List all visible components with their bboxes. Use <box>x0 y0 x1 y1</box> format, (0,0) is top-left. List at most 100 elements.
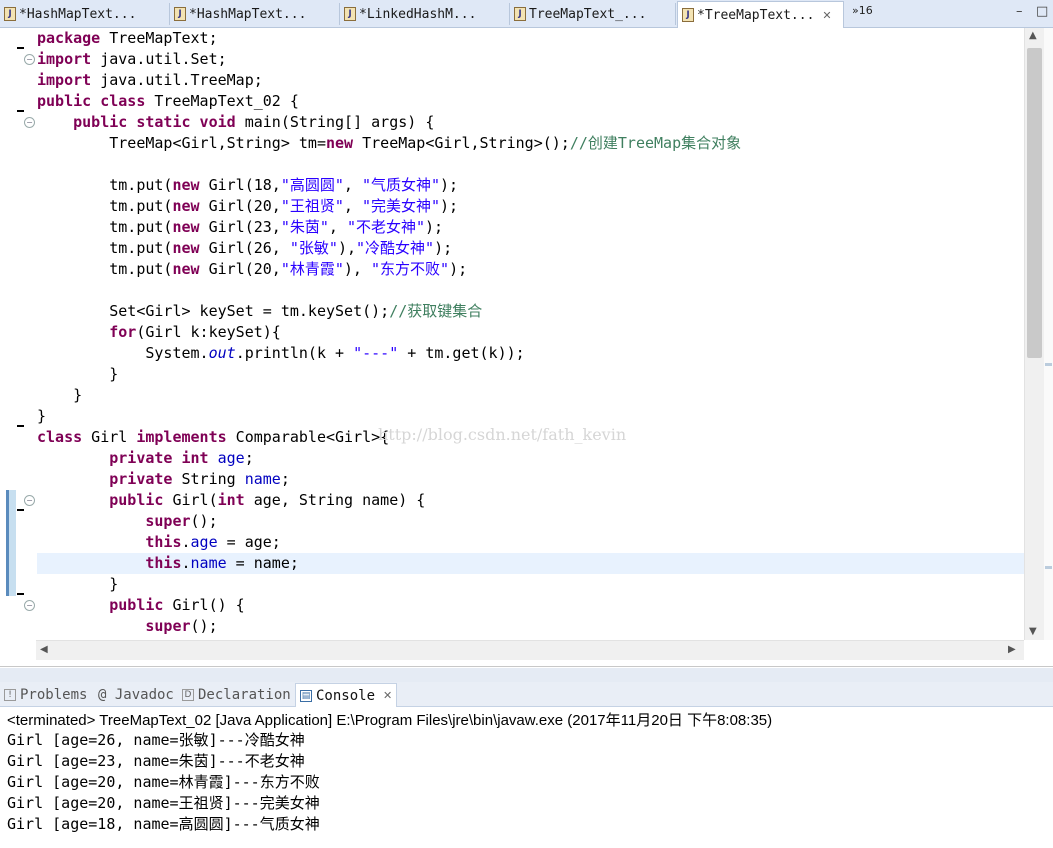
console-line: Girl [age=26, name=张敏]---冷酷女神 <box>7 731 305 749</box>
vertical-scrollbar[interactable]: ▲ ▼ <box>1024 28 1044 640</box>
code-line[interactable]: public Girl(int age, String name) { <box>37 490 1024 511</box>
code-token: ; <box>244 449 254 467</box>
code-line[interactable]: this.age = age; <box>37 532 1024 553</box>
code-line[interactable]: public static void main(String[] args) { <box>37 112 1024 133</box>
fold-toggle-icon[interactable]: − <box>24 117 35 128</box>
scroll-down-icon[interactable]: ▼ <box>1029 626 1037 637</box>
code-token: ; <box>280 470 290 488</box>
code-line[interactable]: super(); <box>37 616 1024 637</box>
declaration-icon: D <box>182 688 194 701</box>
code-token: //创建TreeMap集合对象 <box>569 134 742 152</box>
tab-console[interactable]: ▤ Console ✕ <box>295 683 398 707</box>
code-token: name <box>190 554 227 572</box>
panel-sash[interactable] <box>0 668 1053 682</box>
code-line[interactable]: } <box>37 364 1024 385</box>
console-line: Girl [age=18, name=高圆圆]---气质女神 <box>7 815 320 833</box>
code-token: "冷酷女神" <box>356 239 435 257</box>
editor-tab-4[interactable]: J TreeMapText_... <box>510 3 676 25</box>
code-token: public <box>109 491 164 509</box>
code-line[interactable]: tm.put(new Girl(26, "张敏"),"冷酷女神"); <box>37 238 1024 259</box>
code-line[interactable] <box>37 154 1024 175</box>
code-line[interactable]: private String name; <box>37 469 1024 490</box>
fold-toggle-icon[interactable]: − <box>24 600 35 611</box>
code-line[interactable]: private int age; <box>37 448 1024 469</box>
code-line[interactable]: public Girl() { <box>37 595 1024 616</box>
panel-tab-bar: ! Problems @ Javadoc D Declaration ▤ Consol… <box>0 682 1053 707</box>
code-line[interactable]: tm.put(new Girl(20,"林青霞"), "东方不败"); <box>37 259 1024 280</box>
code-token: ); <box>440 176 459 194</box>
code-token: age, String name) { <box>244 491 426 509</box>
overview-marker[interactable] <box>1045 566 1052 569</box>
overview-ruler[interactable] <box>1044 28 1053 640</box>
scroll-right-icon[interactable]: ▶ <box>1008 644 1016 655</box>
code-token: for <box>109 323 137 341</box>
watermark: http://blog.csdn.net/fath_kevin <box>378 425 627 444</box>
code-token: Girl() { <box>163 596 245 614</box>
code-line[interactable]: Set<Girl> keySet = tm.keySet();//获取键集合 <box>37 301 1024 322</box>
minimize-icon[interactable]: – <box>1016 4 1023 19</box>
code-line[interactable] <box>37 280 1024 301</box>
code-token: new <box>172 197 200 215</box>
code-line[interactable]: } <box>37 385 1024 406</box>
code-token: super <box>145 512 191 530</box>
code-line[interactable]: import java.util.Set; <box>37 49 1024 70</box>
fold-toggle-icon[interactable]: − <box>24 54 35 65</box>
code-line[interactable]: package TreeMapText; <box>37 28 1024 49</box>
code-token: "完美女神" <box>361 197 441 215</box>
code-token: "张敏" <box>289 239 338 257</box>
editor-tab-1[interactable]: J *HashMapText... <box>0 3 170 25</box>
close-icon[interactable]: ✕ <box>822 9 831 22</box>
code-token: .println(k + <box>235 344 354 362</box>
code-token: name <box>244 470 281 488</box>
maximize-icon[interactable]: □ <box>1036 4 1048 19</box>
code-editor[interactable]: − − − − package TreeMapText; import java.uti… <box>0 28 1053 667</box>
code-token: Comparable<Girl>{ <box>226 428 390 446</box>
tab-overflow-button[interactable]: »16 <box>852 4 873 17</box>
code-line[interactable]: System.out.println(k + "---" + tm.get(k)… <box>37 343 1024 364</box>
fold-toggle-icon[interactable]: − <box>24 495 35 506</box>
editor-tab-3[interactable]: J *LinkedHashM... <box>340 3 510 25</box>
code-line[interactable]: import java.util.TreeMap; <box>37 70 1024 91</box>
tab-javadoc[interactable]: @ Javadoc <box>98 684 174 705</box>
editor-tab-2[interactable]: J *HashMapText... <box>170 3 340 25</box>
editor-tab-label: *TreeMapText... <box>697 7 815 23</box>
code-line[interactable]: public class TreeMapText_02 { <box>37 91 1024 112</box>
code-line[interactable]: tm.put(new Girl(23,"朱茵", "不老女神"); <box>37 217 1024 238</box>
code-token: TreeMapText; <box>100 29 218 47</box>
console-status: <terminated> TreeMapText_02 [Java Applic… <box>7 712 773 729</box>
code-token: tm.put( <box>37 239 173 257</box>
scrollbar-thumb[interactable] <box>1027 48 1042 358</box>
tab-declaration[interactable]: D Declaration <box>182 684 291 705</box>
console-view[interactable]: <terminated> TreeMapText_02 [Java Applic… <box>0 707 1053 848</box>
code-token: Set<Girl> keySet = tm.keySet(); <box>37 302 390 320</box>
code-line[interactable]: TreeMap<Girl,String> tm=new TreeMap<Girl… <box>37 133 1024 154</box>
code-line[interactable]: tm.put(new Girl(18,"高圆圆", "气质女神"); <box>37 175 1024 196</box>
tab-problems[interactable]: ! Problems <box>4 684 87 705</box>
tab-problems-label: Problems <box>20 686 88 703</box>
code-line[interactable]: } <box>37 406 1024 427</box>
scroll-up-icon[interactable]: ▲ <box>1029 30 1037 41</box>
code-line[interactable]: } <box>37 574 1024 595</box>
code-token: "高圆圆" <box>280 176 344 194</box>
horizontal-scrollbar[interactable]: ◀ ▶ <box>36 640 1024 660</box>
java-file-icon: J <box>174 7 186 21</box>
overview-marker[interactable] <box>1045 363 1052 366</box>
console-line: Girl [age=20, name=林青霞]---东方不败 <box>7 773 320 791</box>
code-line[interactable]: super(); <box>37 511 1024 532</box>
code-line[interactable]: this.name = name; <box>37 553 1024 574</box>
code-line[interactable]: tm.put(new Girl(20,"王祖贤", "完美女神"); <box>37 196 1024 217</box>
code-area[interactable]: package TreeMapText; import java.util.Set… <box>37 28 1024 640</box>
code-token: ); <box>425 218 444 236</box>
code-line[interactable]: for(Girl k:keySet){ <box>37 322 1024 343</box>
quick-diff-marker <box>17 47 24 49</box>
code-token: package <box>37 29 101 47</box>
close-icon[interactable]: ✕ <box>383 689 392 702</box>
editor-tab-active[interactable]: J *TreeMapText... ✕ <box>677 1 844 28</box>
editor-tab-label: TreeMapText_... <box>529 6 647 22</box>
scroll-left-icon[interactable]: ◀ <box>40 644 48 655</box>
code-token: TreeMapText_02 { <box>145 92 299 110</box>
code-token: tm.put( <box>37 218 173 236</box>
